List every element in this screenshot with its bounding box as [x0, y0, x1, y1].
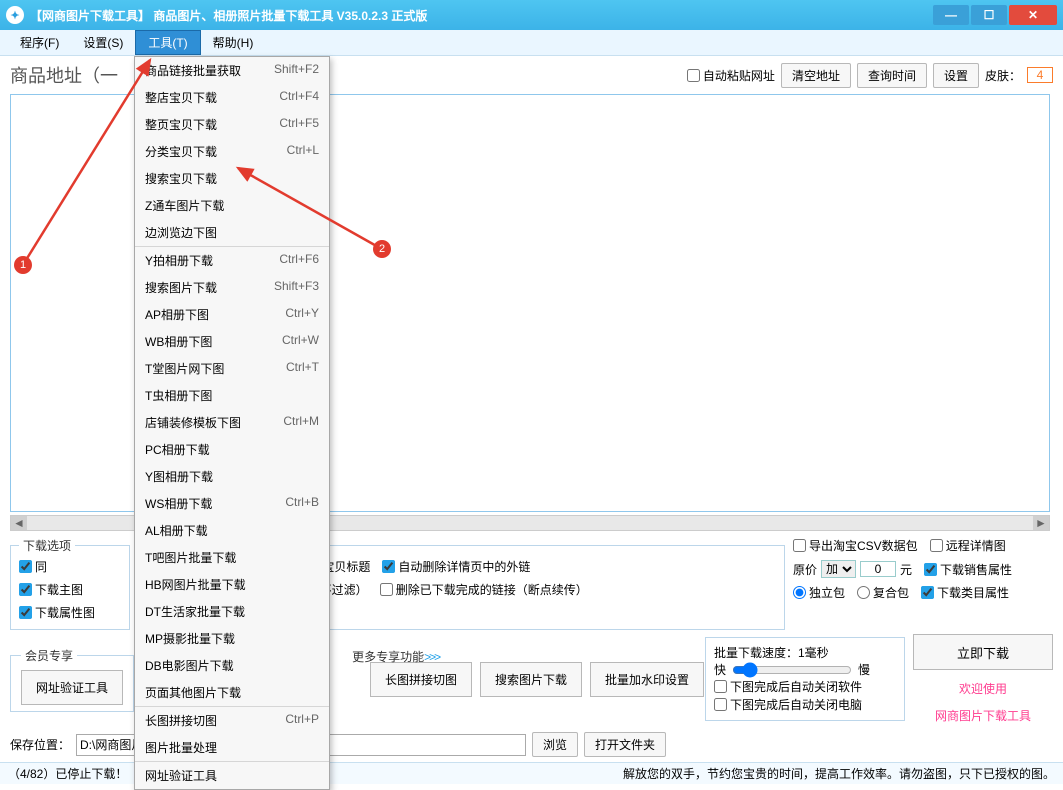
- dl-cat-attr-checkbox[interactable]: 下载类目属性: [921, 584, 1009, 601]
- dropdown-item[interactable]: 搜索图片下载Shift+F3: [135, 274, 329, 301]
- dropdown-item[interactable]: MP摄影批量下载: [135, 625, 329, 652]
- radio-single[interactable]: 独立包: [793, 584, 845, 601]
- attr-image-checkbox[interactable]: 下载属性图: [19, 604, 121, 621]
- price-unit: 元: [900, 561, 912, 578]
- open-folder-button[interactable]: 打开文件夹: [584, 732, 666, 757]
- stitch-button[interactable]: 长图拼接切图: [370, 662, 472, 697]
- more-features-label: 更多专享功能: [352, 650, 424, 664]
- settings-button[interactable]: 设置: [933, 63, 979, 88]
- scroll-right-icon[interactable]: ►: [1033, 516, 1049, 530]
- menu-settings[interactable]: 设置(S): [71, 30, 135, 55]
- dropdown-item[interactable]: 整页宝贝下载Ctrl+F5: [135, 111, 329, 138]
- close-button[interactable]: ✕: [1009, 5, 1057, 25]
- price-group: 原价 加 元: [793, 560, 912, 578]
- window-title: 【网商图片下载工具】 商品图片、相册照片批量下载工具 V35.0.2.3 正式版: [30, 7, 931, 24]
- dropdown-item[interactable]: DB电影图片下载: [135, 652, 329, 679]
- annotation-1: 1: [14, 256, 32, 274]
- address-label: 商品地址（一: [10, 62, 118, 88]
- speed-slider[interactable]: [732, 662, 852, 678]
- welcome-line2: 网商图片下载工具: [935, 707, 1031, 724]
- arrows-icon: >>>: [424, 650, 439, 664]
- dropdown-item[interactable]: 边浏览边下图: [135, 219, 329, 246]
- dropdown-item[interactable]: DT生活家批量下载: [135, 598, 329, 625]
- same-name-checkbox[interactable]: 同: [19, 558, 121, 575]
- auto-close-pc-checkbox[interactable]: 下图完成后自动关闭电脑: [714, 696, 862, 713]
- menu-help[interactable]: 帮助(H): [201, 30, 266, 55]
- menu-program[interactable]: 程序(F): [8, 30, 71, 55]
- member-fieldset: 会员专享 网址验证工具: [10, 647, 134, 712]
- slow-label: 慢: [858, 661, 870, 678]
- download-options-legend: 下载选项: [19, 537, 75, 554]
- dropdown-item[interactable]: T吧图片批量下载: [135, 544, 329, 571]
- dropdown-item[interactable]: 搜索宝贝下载: [135, 165, 329, 192]
- dropdown-item[interactable]: 商品链接批量获取Shift+F2: [135, 57, 329, 84]
- dropdown-item[interactable]: 整店宝贝下载Ctrl+F4: [135, 84, 329, 111]
- minimize-button[interactable]: —: [933, 5, 969, 25]
- titlebar: ✦ 【网商图片下载工具】 商品图片、相册照片批量下载工具 V35.0.2.3 正…: [0, 0, 1063, 30]
- auto-close-soft-checkbox[interactable]: 下图完成后自动关闭软件: [714, 678, 862, 695]
- dropdown-item[interactable]: AL相册下载: [135, 517, 329, 544]
- dropdown-item[interactable]: Y拍相册下载Ctrl+F6: [135, 246, 329, 274]
- main-image-checkbox[interactable]: 下载主图: [19, 581, 121, 598]
- price-op-select[interactable]: 加: [821, 560, 856, 578]
- dropdown-item[interactable]: Y图相册下载: [135, 463, 329, 490]
- dropdown-item[interactable]: PC相册下载: [135, 436, 329, 463]
- autopaste-checkbox[interactable]: 自动粘贴网址: [687, 67, 775, 84]
- search-download-button[interactable]: 搜索图片下载: [480, 662, 582, 697]
- dropdown-item[interactable]: AP相册下图Ctrl+Y: [135, 301, 329, 328]
- remote-detail-checkbox[interactable]: 远程详情图: [930, 537, 1006, 554]
- dropdown-item[interactable]: HB网图片批量下载: [135, 571, 329, 598]
- dropdown-item[interactable]: 页面其他图片下载: [135, 679, 329, 706]
- validate-url-button[interactable]: 网址验证工具: [21, 670, 123, 705]
- annotation-2: 2: [373, 240, 391, 258]
- export-csv-checkbox[interactable]: 导出淘宝CSV数据包: [793, 537, 918, 554]
- scroll-left-icon[interactable]: ◄: [11, 516, 27, 530]
- price-value-input[interactable]: [860, 561, 896, 577]
- dropdown-item[interactable]: 分类宝贝下载Ctrl+L: [135, 138, 329, 165]
- skin-label: 皮肤：: [985, 67, 1021, 84]
- tools-dropdown: 商品链接批量获取Shift+F2整店宝贝下载Ctrl+F4整页宝贝下载Ctrl+…: [134, 56, 330, 790]
- status-left: （4/82）已停止下载！: [8, 765, 127, 782]
- save-location-label: 保存位置：: [10, 736, 70, 753]
- fast-label: 快: [714, 661, 726, 678]
- menu-tools[interactable]: 工具(T): [135, 30, 200, 55]
- browse-button[interactable]: 浏览: [532, 732, 578, 757]
- dropdown-item[interactable]: WS相册下载Ctrl+B: [135, 490, 329, 517]
- download-options-fieldset: 下载选项 同 下载主图 下载属性图: [10, 537, 130, 630]
- app-icon: ✦: [6, 6, 24, 24]
- skin-input[interactable]: [1027, 67, 1053, 83]
- maximize-button[interactable]: ☐: [971, 5, 1007, 25]
- radio-combo[interactable]: 复合包: [857, 584, 909, 601]
- clear-address-button[interactable]: 清空地址: [781, 63, 851, 88]
- dropdown-item[interactable]: 图片批量处理: [135, 734, 329, 761]
- auto-del-links-checkbox[interactable]: 自动删除详情页中的外链: [382, 558, 530, 575]
- menubar: 程序(F) 设置(S) 工具(T) 帮助(H): [0, 30, 1063, 56]
- watermark-button[interactable]: 批量加水印设置: [590, 662, 704, 697]
- dropdown-item[interactable]: WB相册下图Ctrl+W: [135, 328, 329, 355]
- dropdown-item[interactable]: T堂图片网下图Ctrl+T: [135, 355, 329, 382]
- price-label: 原价: [793, 561, 817, 578]
- welcome-line1: 欢迎使用: [959, 680, 1007, 697]
- dropdown-item[interactable]: Z通车图片下载: [135, 192, 329, 219]
- member-legend: 会员专享: [21, 647, 77, 664]
- del-done-checkbox[interactable]: 删除已下载完成的链接（断点续传）: [380, 581, 588, 598]
- dropdown-item[interactable]: 长图拼接切图Ctrl+P: [135, 706, 329, 734]
- batch-speed-label: 批量下载速度：1毫秒: [714, 644, 896, 661]
- download-now-button[interactable]: 立即下载: [913, 634, 1053, 670]
- batch-speed-box: 批量下载速度：1毫秒 快 慢 下图完成后自动关闭软件 下图完成后自动关闭电脑: [705, 637, 905, 721]
- dl-sale-attr-checkbox[interactable]: 下载销售属性: [924, 561, 1012, 578]
- dropdown-item[interactable]: T虫相册下图: [135, 382, 329, 409]
- dropdown-item[interactable]: 店铺装修模板下图Ctrl+M: [135, 409, 329, 436]
- query-time-button[interactable]: 查询时间: [857, 63, 927, 88]
- dropdown-item[interactable]: 网址验证工具: [135, 761, 329, 789]
- status-right: 解放您的双手，节约您宝贵的时间，提高工作效率。请勿盗图，只下已授权的图。: [623, 765, 1055, 782]
